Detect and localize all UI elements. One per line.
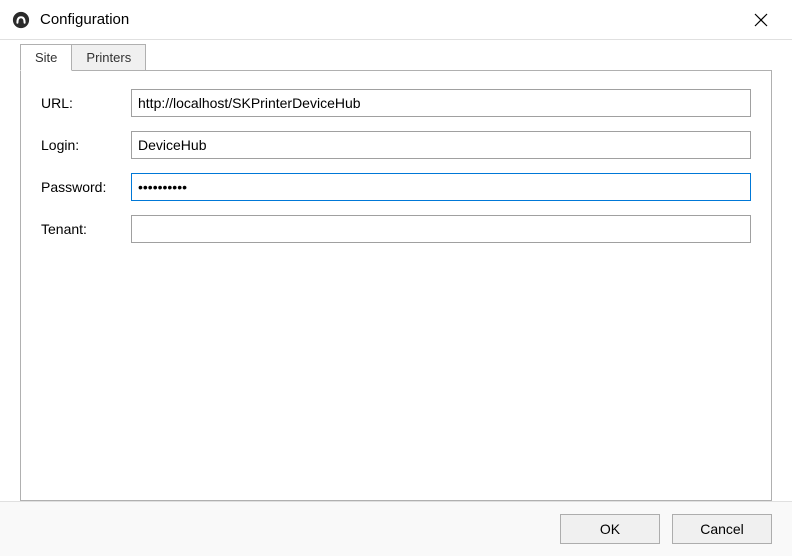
tab-printers[interactable]: Printers — [71, 44, 146, 70]
close-icon — [754, 13, 768, 27]
tenant-input[interactable] — [131, 215, 751, 243]
button-bar: OK Cancel — [0, 501, 792, 556]
tabstrip: Site Printers — [20, 40, 772, 70]
password-input[interactable] — [131, 173, 751, 201]
row-tenant: Tenant: — [41, 215, 751, 243]
row-login: Login: — [41, 131, 751, 159]
window-title: Configuration — [40, 11, 738, 28]
cancel-button[interactable]: Cancel — [672, 514, 772, 544]
login-input[interactable] — [131, 131, 751, 159]
content-area: Site Printers URL: Login: Password: Tena… — [0, 40, 792, 501]
url-input[interactable] — [131, 89, 751, 117]
row-url: URL: — [41, 89, 751, 117]
tab-site[interactable]: Site — [20, 44, 72, 71]
app-icon — [12, 11, 30, 29]
titlebar: Configuration — [0, 0, 792, 40]
tab-panel-site: URL: Login: Password: Tenant: — [20, 70, 772, 501]
row-password: Password: — [41, 173, 751, 201]
close-button[interactable] — [738, 4, 784, 36]
url-label: URL: — [41, 95, 131, 111]
tenant-label: Tenant: — [41, 221, 131, 237]
ok-button[interactable]: OK — [560, 514, 660, 544]
password-label: Password: — [41, 179, 131, 195]
login-label: Login: — [41, 137, 131, 153]
configuration-window: Configuration Site Printers URL: Login: … — [0, 0, 792, 556]
